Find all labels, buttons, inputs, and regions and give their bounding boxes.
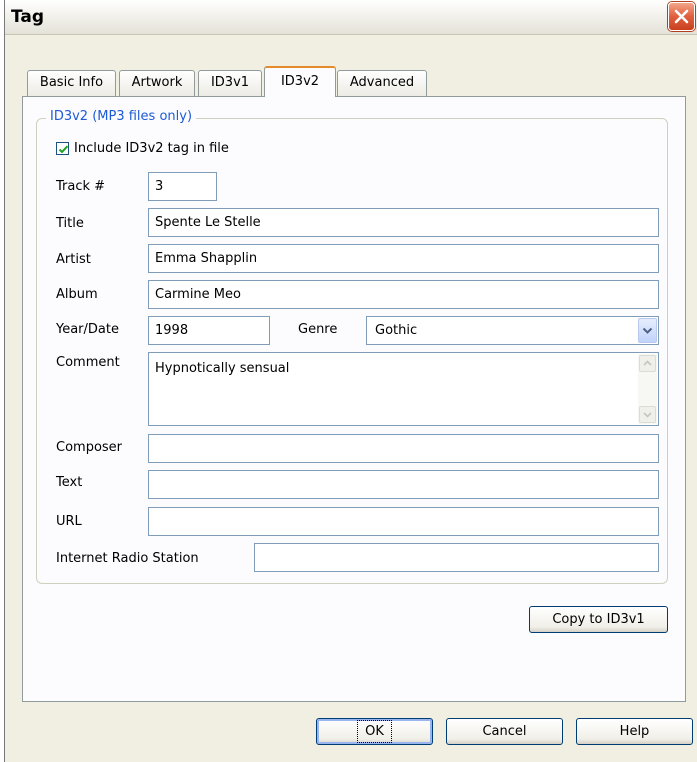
tab-id3v1[interactable]: ID3v1	[198, 70, 262, 96]
tab-label: ID3v1	[210, 75, 250, 90]
tab-label: ID3v2	[280, 74, 320, 89]
year-value: 1998	[155, 323, 189, 338]
year-input[interactable]: 1998	[148, 316, 270, 345]
artist-label: Artist	[56, 252, 91, 267]
tab-label: Advanced	[349, 75, 415, 90]
tab-label: Basic Info	[39, 75, 104, 90]
scroll-down-button[interactable]	[639, 406, 656, 423]
close-button[interactable]	[668, 2, 695, 31]
comment-textarea[interactable]: Hypnotically sensual	[148, 352, 659, 426]
track-label: Track #	[56, 179, 106, 194]
artist-input[interactable]: Emma Shapplin	[148, 244, 659, 273]
comment-scrollbar[interactable]	[638, 354, 657, 424]
text-label: Text	[56, 475, 83, 490]
cancel-button[interactable]: Cancel	[446, 718, 563, 745]
tab-label: Artwork	[131, 75, 183, 90]
cancel-button-label: Cancel	[482, 724, 527, 739]
copy-to-id3v1-button[interactable]: Copy to ID3v1	[529, 606, 668, 633]
text-input[interactable]	[148, 470, 659, 499]
year-label: Year/Date	[56, 322, 119, 337]
include-id3v2-label: Include ID3v2 tag in file	[74, 141, 229, 156]
url-input[interactable]	[148, 507, 659, 536]
close-icon	[674, 9, 689, 24]
help-button-label: Help	[619, 724, 650, 739]
album-value: Carmine Meo	[155, 287, 241, 302]
composer-label: Composer	[56, 440, 123, 455]
genre-label: Genre	[298, 322, 338, 337]
tab-advanced[interactable]: Advanced	[337, 70, 427, 96]
genre-dropdown-button[interactable]	[638, 318, 657, 343]
include-id3v2-checkbox[interactable]	[56, 142, 69, 155]
tab-artwork[interactable]: Artwork	[119, 70, 195, 96]
scroll-up-button[interactable]	[639, 355, 656, 372]
title-bar[interactable]: Tag	[5, 0, 697, 35]
album-label: Album	[56, 287, 98, 302]
comment-label: Comment	[56, 355, 120, 370]
ok-button-label: OK	[357, 720, 392, 743]
chevron-down-icon	[643, 412, 652, 418]
chevron-down-icon	[642, 327, 653, 334]
help-button[interactable]: Help	[576, 718, 693, 745]
radio-station-input[interactable]	[254, 543, 659, 572]
title-label: Title	[56, 216, 84, 231]
genre-value: Gothic	[375, 323, 418, 338]
window-title: Tag	[11, 7, 45, 27]
composer-input[interactable]	[148, 434, 659, 463]
tab-basic-info[interactable]: Basic Info	[27, 70, 116, 96]
track-input[interactable]: 3	[148, 172, 217, 201]
tab-id3v2[interactable]: ID3v2	[264, 66, 336, 97]
copy-button-label: Copy to ID3v1	[552, 612, 645, 627]
track-value: 3	[155, 179, 164, 194]
chevron-up-icon	[643, 360, 652, 366]
checkmark-icon	[58, 145, 69, 154]
radio-station-label: Internet Radio Station	[56, 551, 199, 566]
genre-select[interactable]: Gothic	[366, 316, 659, 345]
title-value: Spente Le Stelle	[155, 215, 261, 230]
artist-value: Emma Shapplin	[155, 251, 258, 266]
ok-button[interactable]: OK	[316, 718, 433, 745]
group-legend: ID3v2 (MP3 files only)	[46, 109, 197, 124]
comment-value: Hypnotically sensual	[155, 361, 290, 376]
url-label: URL	[56, 514, 82, 529]
album-input[interactable]: Carmine Meo	[148, 280, 659, 309]
title-input[interactable]: Spente Le Stelle	[148, 208, 659, 237]
